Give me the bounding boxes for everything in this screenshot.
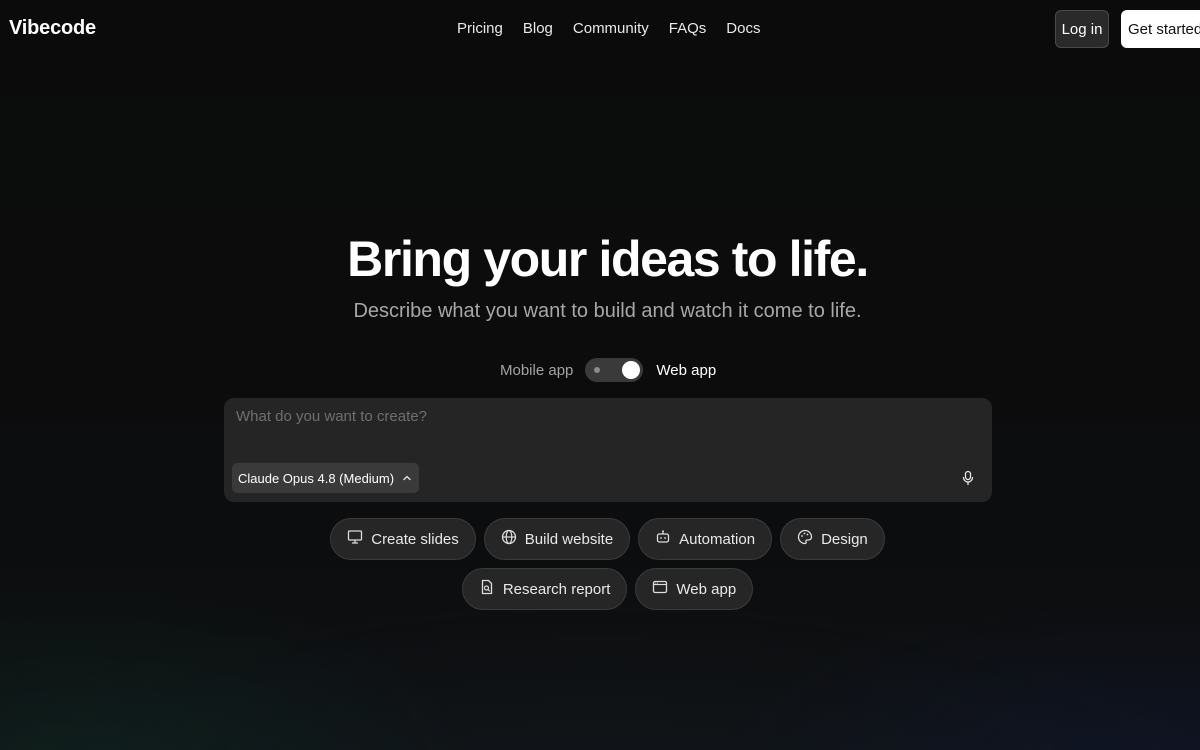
chip-label: Create slides bbox=[371, 530, 459, 548]
app-type-toggle-row: Mobile app Web app bbox=[500, 358, 716, 382]
model-selector-label: Claude Opus 4.8 (Medium) bbox=[238, 470, 395, 486]
nav-link-pricing[interactable]: Pricing bbox=[457, 20, 503, 38]
chevron-up-icon bbox=[402, 471, 412, 486]
model-selector[interactable]: Claude Opus 4.8 (Medium) bbox=[232, 463, 420, 493]
prompt-box: Claude Opus 4.8 (Medium) bbox=[224, 398, 992, 502]
palette-icon bbox=[797, 529, 813, 549]
mobile-app-label[interactable]: Mobile app bbox=[500, 362, 573, 379]
chip-label: Web app bbox=[676, 580, 737, 598]
suggestion-chips-row-2: Research report Web app bbox=[0, 568, 1200, 610]
chip-build-website[interactable]: Build website bbox=[483, 518, 631, 560]
chip-automation[interactable]: Automation bbox=[638, 518, 773, 560]
prompt-input[interactable] bbox=[236, 406, 956, 426]
suggestion-chips-row-1: Create slides Build website Automation D… bbox=[0, 518, 1200, 560]
toggle-off-indicator bbox=[594, 367, 601, 373]
chip-design[interactable]: Design bbox=[780, 518, 885, 560]
nav-link-docs[interactable]: Docs bbox=[726, 20, 760, 38]
web-app-label[interactable]: Web app bbox=[656, 362, 716, 379]
get-started-button[interactable]: Get started bbox=[1121, 10, 1200, 48]
chip-web-app[interactable]: Web app bbox=[635, 568, 754, 610]
microphone-icon[interactable] bbox=[960, 470, 976, 486]
chip-label: Automation bbox=[679, 530, 756, 548]
app-type-toggle[interactable] bbox=[585, 358, 644, 382]
chip-label: Build website bbox=[524, 530, 614, 548]
nav-link-blog[interactable]: Blog bbox=[523, 20, 553, 38]
chip-label: Research report bbox=[502, 580, 611, 598]
log-in-button[interactable]: Log in bbox=[1055, 10, 1109, 48]
browser-window-icon bbox=[652, 579, 668, 599]
nav-link-community[interactable]: Community bbox=[573, 20, 649, 38]
chip-create-slides[interactable]: Create slides bbox=[330, 518, 476, 560]
main-nav: Pricing Blog Community FAQs Docs bbox=[457, 20, 780, 38]
hero-subtitle: Describe what you want to build and watc… bbox=[353, 300, 862, 322]
nav-link-faqs[interactable]: FAQs bbox=[669, 20, 707, 38]
brand-logo[interactable]: Vibecode bbox=[9, 17, 96, 40]
robot-icon bbox=[655, 529, 671, 549]
file-search-icon bbox=[479, 579, 495, 599]
chip-label: Design bbox=[821, 530, 868, 548]
toggle-knob bbox=[622, 361, 641, 379]
globe-icon bbox=[501, 529, 517, 549]
chip-research-report[interactable]: Research report bbox=[461, 568, 628, 610]
hero-title: Bring your ideas to life. bbox=[347, 231, 869, 287]
presentation-icon bbox=[347, 529, 363, 549]
